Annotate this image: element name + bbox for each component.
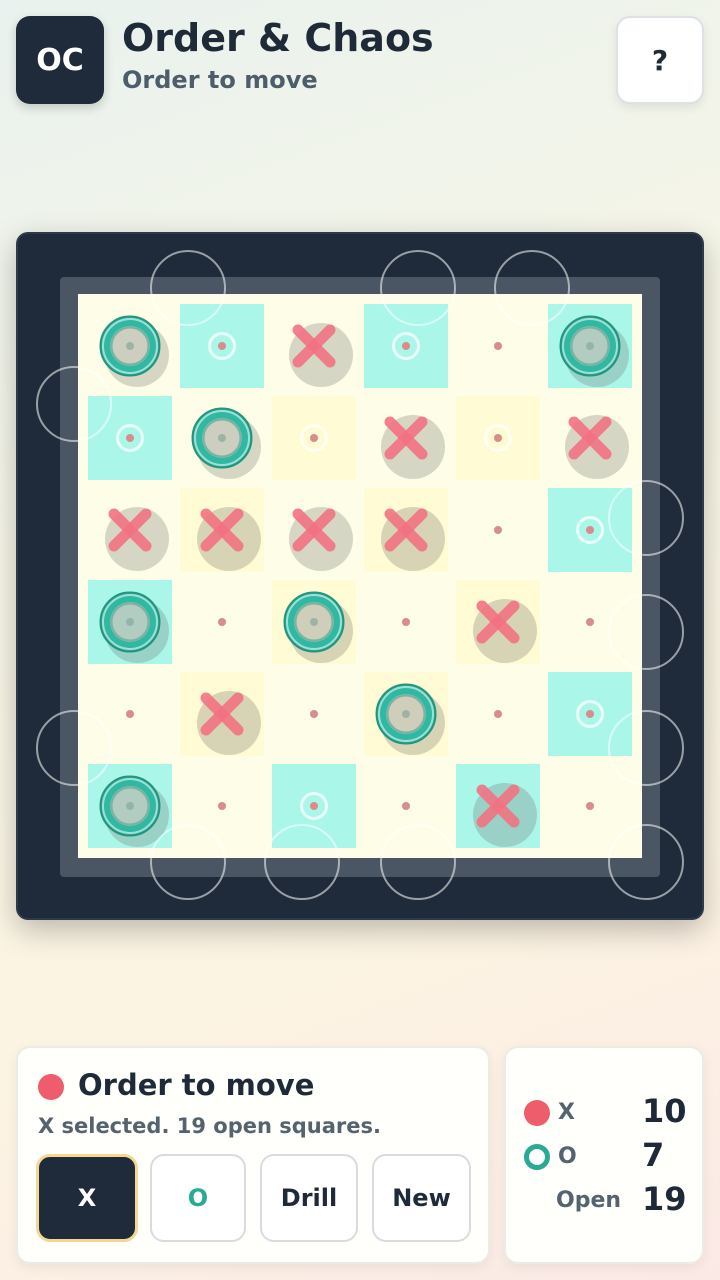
board-cell[interactable] (364, 672, 448, 756)
board-cell[interactable] (88, 396, 172, 480)
board-cell[interactable] (548, 764, 632, 848)
board-cell[interactable] (180, 764, 264, 848)
board-cell[interactable] (456, 672, 540, 756)
cell-center-dot (218, 342, 226, 350)
score-row-x: X 10 (506, 1092, 706, 1132)
board-cell[interactable] (548, 580, 632, 664)
open-count-value: 19 (642, 1180, 687, 1218)
board-cell[interactable] (364, 396, 448, 480)
board-cell[interactable] (548, 304, 632, 388)
x-piece-icon (108, 508, 152, 552)
board-cell[interactable] (548, 396, 632, 480)
board-cell[interactable] (272, 396, 356, 480)
open-count-label: Open (556, 1188, 622, 1213)
cell-center-dot (310, 802, 318, 810)
o-piece-icon (283, 591, 345, 653)
cell-center-dot (218, 618, 226, 626)
board-cell[interactable] (88, 580, 172, 664)
help-button[interactable]: ? (616, 16, 704, 104)
board-cell[interactable] (364, 764, 448, 848)
board-cell[interactable] (180, 580, 264, 664)
app-logo: OC (16, 16, 104, 104)
x-count-value: 10 (642, 1092, 687, 1130)
cell-center-dot (494, 526, 502, 534)
board-cell[interactable] (548, 672, 632, 756)
board-cell[interactable] (272, 304, 356, 388)
cell-center-dot (586, 526, 594, 534)
o-piece-icon (99, 775, 161, 837)
turn-indicator-icon (38, 1074, 64, 1100)
board-cell[interactable] (180, 304, 264, 388)
game-board (78, 294, 642, 858)
board-cell[interactable] (180, 488, 264, 572)
cell-center-dot (310, 710, 318, 718)
cell-center-dot (126, 434, 134, 442)
page-title: Order & Chaos (122, 16, 434, 60)
board-cell[interactable] (272, 764, 356, 848)
board-cell[interactable] (180, 396, 264, 480)
board-cell[interactable] (272, 580, 356, 664)
status-message: X selected. 19 open squares. (38, 1114, 381, 1138)
board-cell[interactable] (88, 672, 172, 756)
cell-center-dot (310, 434, 318, 442)
cell-center-dot (402, 802, 410, 810)
x-piece-icon (200, 692, 244, 736)
cell-center-dot (586, 710, 594, 718)
board-cell[interactable] (364, 488, 448, 572)
board-cell[interactable] (272, 488, 356, 572)
score-row-o: O 7 (506, 1136, 706, 1176)
status-panel: Order to move X selected. 19 open square… (16, 1046, 490, 1264)
select-x-button[interactable]: X (36, 1154, 138, 1242)
cell-center-dot (494, 434, 502, 442)
x-piece-icon (384, 508, 428, 552)
board-cell[interactable] (272, 672, 356, 756)
x-piece-icon (476, 784, 520, 828)
x-piece-icon (292, 508, 336, 552)
o-piece-icon (375, 683, 437, 745)
o-piece-icon (99, 315, 161, 377)
board-cell[interactable] (364, 580, 448, 664)
new-game-button[interactable]: New (372, 1154, 471, 1242)
status-title: Order to move (78, 1068, 315, 1102)
x-piece-icon (384, 416, 428, 460)
x-piece-icon (568, 416, 612, 460)
x-piece-icon (476, 600, 520, 644)
drill-button[interactable]: Drill (260, 1154, 358, 1242)
board-cell[interactable] (456, 764, 540, 848)
score-row-open: Open 19 (506, 1180, 706, 1220)
board-cell[interactable] (364, 304, 448, 388)
board-cell[interactable] (180, 672, 264, 756)
board-cell[interactable] (88, 488, 172, 572)
score-panel: X 10 O 7 Open 19 (504, 1046, 704, 1264)
cell-center-dot (402, 342, 410, 350)
select-o-button[interactable]: O (150, 1154, 246, 1242)
o-count-icon (524, 1144, 550, 1170)
o-count-value: 7 (642, 1136, 665, 1174)
board-cell[interactable] (88, 764, 172, 848)
board-cell[interactable] (88, 304, 172, 388)
cell-center-dot (402, 618, 410, 626)
x-piece-icon (200, 508, 244, 552)
cell-center-dot (126, 710, 134, 718)
o-count-label: O (558, 1144, 577, 1169)
o-piece-icon (559, 315, 621, 377)
o-piece-icon (191, 407, 253, 469)
x-count-icon (524, 1100, 550, 1126)
x-count-label: X (558, 1100, 575, 1125)
o-piece-icon (99, 591, 161, 653)
cell-center-dot (494, 342, 502, 350)
board-cell[interactable] (456, 580, 540, 664)
x-piece-icon (292, 324, 336, 368)
board-cell[interactable] (548, 488, 632, 572)
cell-center-dot (586, 802, 594, 810)
board-cell[interactable] (456, 396, 540, 480)
cell-center-dot (494, 710, 502, 718)
board-cell[interactable] (456, 488, 540, 572)
cell-center-dot (218, 802, 226, 810)
cell-center-dot (586, 618, 594, 626)
board-cell[interactable] (456, 304, 540, 388)
turn-subtitle: Order to move (122, 66, 318, 94)
